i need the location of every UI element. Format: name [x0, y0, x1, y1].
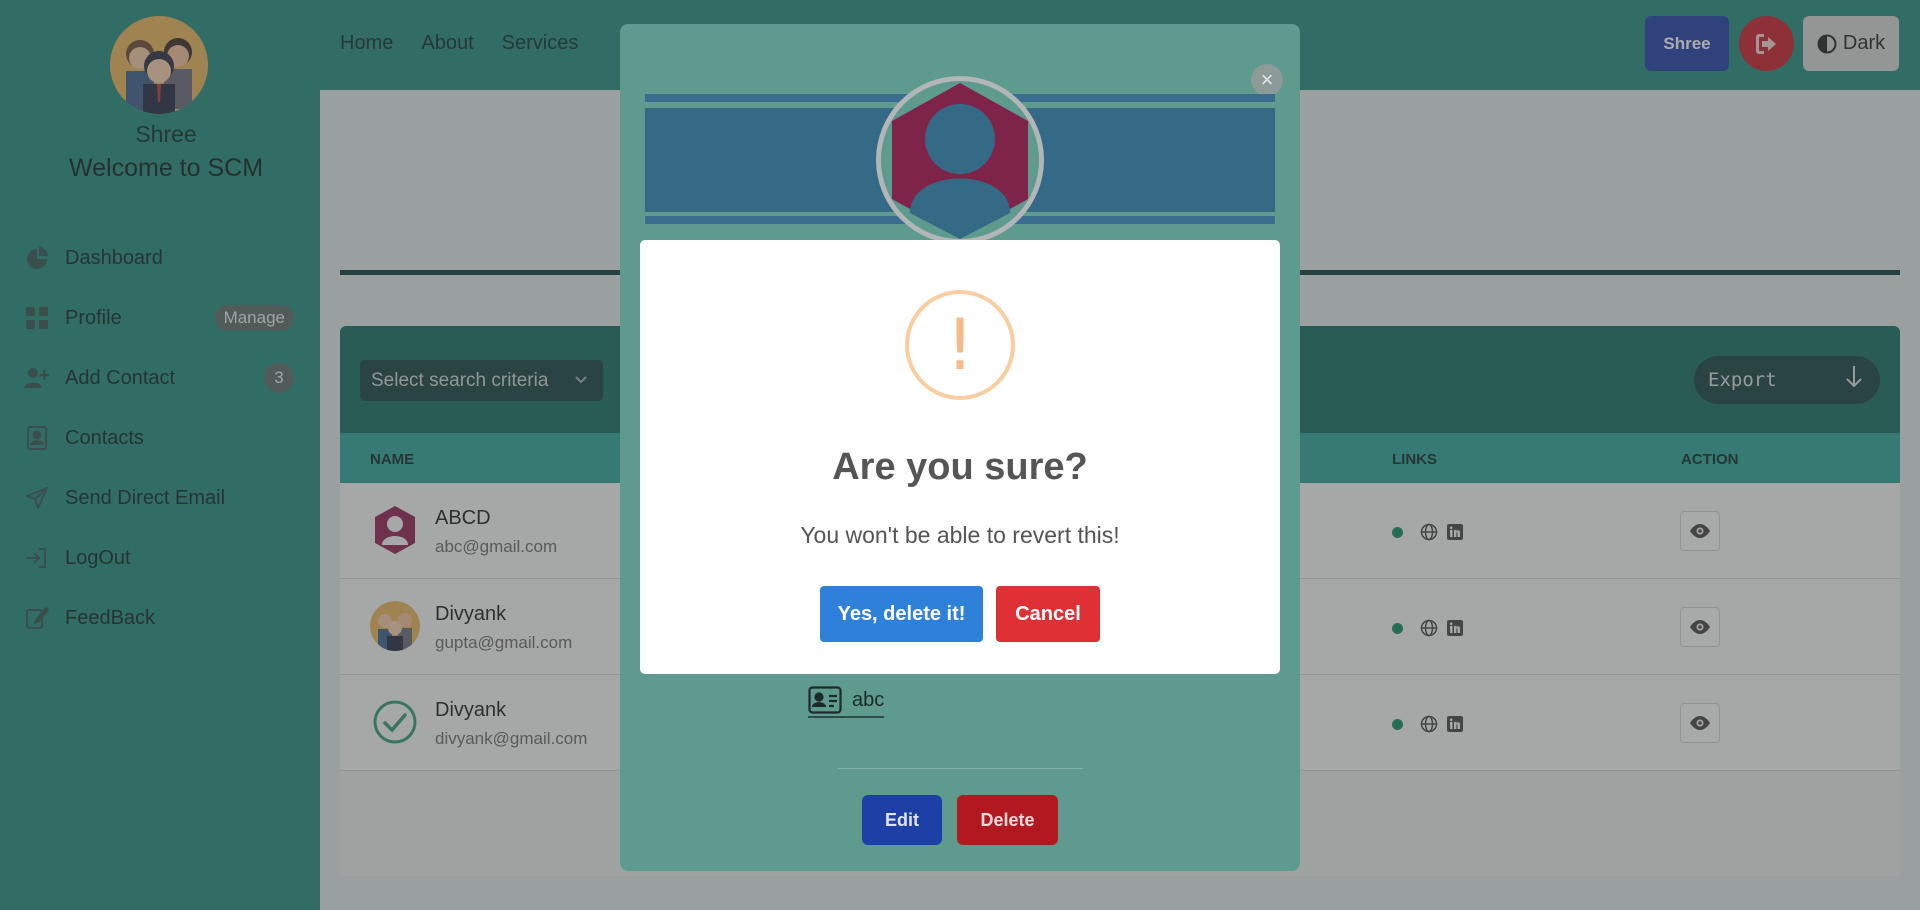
id-card-icon [808, 686, 842, 714]
edit-button[interactable]: Edit [862, 795, 942, 845]
close-icon[interactable]: × [1251, 64, 1283, 96]
contact-avatar [876, 76, 1044, 244]
confirm-dialog: ! Are you sure? You won't be able to rev… [640, 240, 1280, 674]
warning-icon: ! [905, 290, 1015, 400]
contact-description: abc [808, 686, 885, 718]
delete-button[interactable]: Delete [957, 795, 1058, 845]
dialog-message: You won't be able to revert this! [800, 522, 1120, 548]
contact-description-text: abc [852, 688, 885, 711]
cancel-button[interactable]: Cancel [996, 586, 1100, 642]
confirm-delete-button[interactable]: Yes, delete it! [820, 586, 983, 642]
dialog-title: Are you sure? [832, 446, 1088, 488]
divider [838, 768, 1083, 769]
